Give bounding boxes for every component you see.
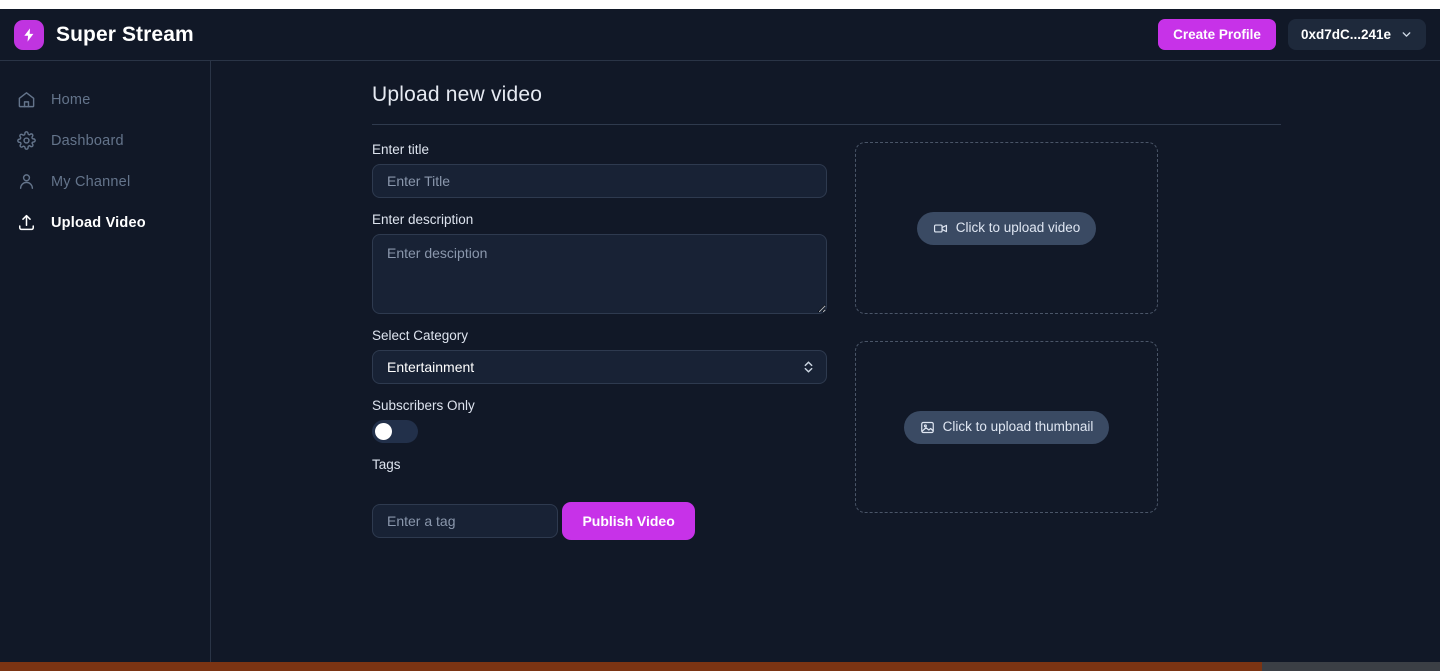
sidebar-item-dashboard[interactable]: Dashboard (0, 120, 210, 161)
upload-video-button[interactable]: Click to upload video (916, 211, 1097, 245)
upload-dropzones: Click to upload video Click to upload th… (855, 142, 1158, 540)
sidebar-item-label: Home (51, 91, 91, 108)
sidebar-item-upload-video[interactable]: Upload Video (0, 202, 210, 243)
page-title: Upload new video (372, 83, 543, 106)
gear-icon (16, 130, 37, 151)
category-select[interactable]: Entertainment (372, 350, 827, 384)
sidebar-item-label: Dashboard (51, 132, 124, 149)
home-icon (16, 89, 37, 110)
create-profile-button[interactable]: Create Profile (1158, 18, 1276, 51)
tags-input[interactable] (372, 504, 558, 538)
toggle-knob (375, 423, 392, 440)
brand-name: Super Stream (56, 22, 194, 46)
taskbar-right-segment (1262, 662, 1440, 671)
sidebar-item-label: My Channel (51, 173, 131, 190)
upload-form: Enter title Enter description Select Cat… (372, 142, 827, 540)
video-camera-icon (933, 221, 948, 236)
chevron-down-icon (1400, 28, 1413, 41)
description-textarea[interactable] (372, 234, 827, 314)
subscribers-only-label: Subscribers Only (372, 398, 475, 413)
upload-form-layout: Enter title Enter description Select Cat… (372, 125, 1440, 540)
sidebar-item-my-channel[interactable]: My Channel (0, 161, 210, 202)
publish-video-button[interactable]: Publish Video (562, 502, 695, 540)
app-header: Super Stream Create Profile 0xd7dC...241… (0, 9, 1440, 61)
thumbnail-dropzone[interactable]: Click to upload thumbnail (855, 341, 1158, 513)
title-input[interactable] (372, 164, 827, 198)
sidebar-item-home[interactable]: Home (0, 79, 210, 120)
user-icon (16, 171, 37, 192)
wallet-address-dropdown[interactable]: 0xd7dC...241e (1287, 18, 1426, 51)
image-icon (920, 420, 935, 435)
category-label: Select Category (372, 328, 469, 343)
app-window: Super Stream Create Profile 0xd7dC...241… (0, 9, 1440, 662)
description-label: Enter description (372, 212, 474, 227)
subscribers-only-toggle[interactable] (372, 420, 418, 443)
upload-icon (16, 212, 37, 233)
wallet-address-label: 0xd7dC...241e (1300, 26, 1391, 42)
title-label: Enter title (372, 142, 430, 157)
video-dropzone[interactable]: Click to upload video (855, 142, 1158, 314)
upload-thumbnail-label: Click to upload thumbnail (942, 419, 1094, 435)
brand[interactable]: Super Stream (14, 19, 194, 50)
os-taskbar-strip (0, 662, 1440, 671)
lightning-bolt-icon (14, 19, 44, 50)
main-content: Upload new video Enter title Enter descr… (211, 61, 1440, 662)
category-select-wrapper: Entertainment (372, 350, 827, 384)
sidebar-item-label: Upload Video (51, 214, 146, 231)
tags-label: Tags (372, 457, 401, 472)
header-actions: Create Profile 0xd7dC...241e (1158, 18, 1426, 51)
app-body: Home Dashboard My Channel Upload Video U… (0, 61, 1440, 662)
taskbar-left-segment (0, 662, 1262, 671)
upload-thumbnail-button[interactable]: Click to upload thumbnail (903, 410, 1110, 444)
sidebar: Home Dashboard My Channel Upload Video (0, 61, 211, 662)
upload-video-label: Click to upload video (955, 220, 1081, 236)
